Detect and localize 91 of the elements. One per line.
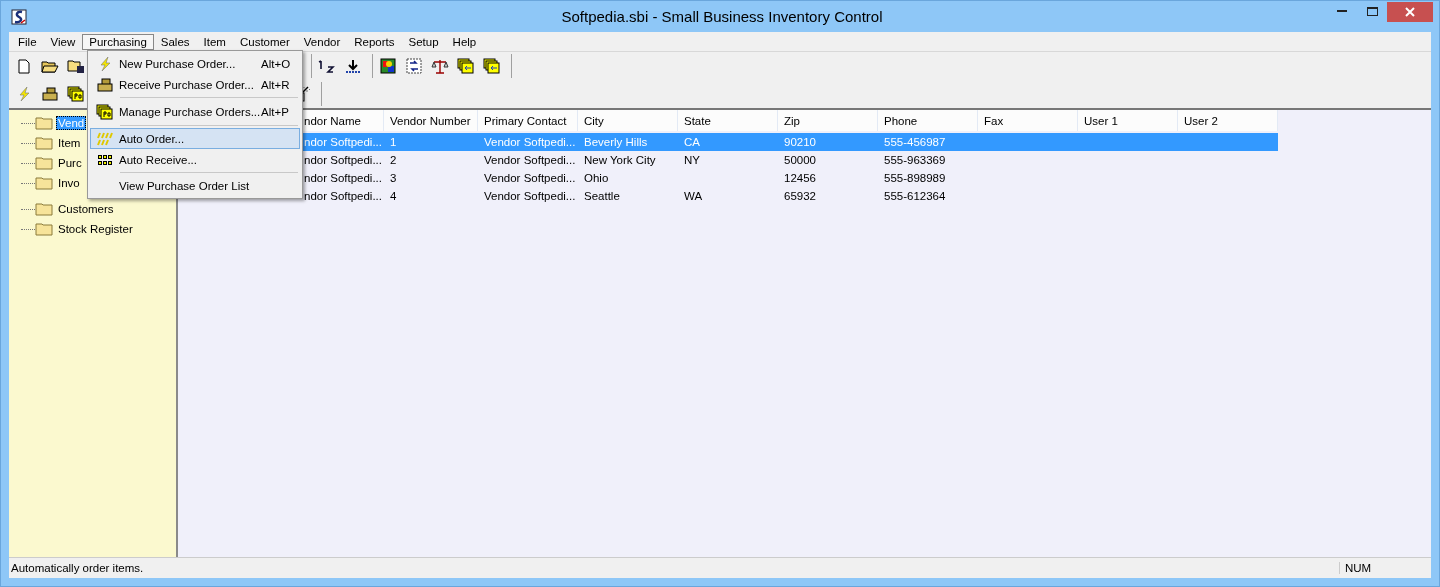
menu-item[interactable]: Setup <box>401 33 446 50</box>
tree-item[interactable]: Customers <box>56 202 116 216</box>
column-header[interactable]: Phone <box>878 110 978 131</box>
table-cell-text: CA <box>683 135 701 150</box>
close-button[interactable] <box>1387 1 1433 22</box>
toolbar-button[interactable] <box>455 55 477 77</box>
table-cell-text: WA <box>683 189 704 204</box>
table-cell-text: Vendor Softpedi... <box>483 135 577 150</box>
folder-icon <box>35 202 53 216</box>
document-icon <box>18 58 30 74</box>
table-cell-text: Beverly Hills <box>583 135 649 150</box>
table-cell-text: 555-898989 <box>883 171 947 186</box>
table-cell-text: Vendor Softpedi... <box>483 153 577 168</box>
menu-item[interactable]: Purchasing <box>82 33 154 50</box>
menu-item[interactable]: File <box>11 33 44 50</box>
folders-back-icon <box>483 58 501 74</box>
table-cell-text: NY <box>683 153 701 168</box>
numbering-icon <box>318 59 336 73</box>
table-cell-text: 50000 <box>783 153 817 168</box>
folder-icon <box>35 176 53 190</box>
maximize-icon <box>1366 7 1378 16</box>
swap-icon <box>406 58 422 74</box>
folders-icon <box>67 86 85 102</box>
column-header[interactable]: Primary Contact <box>478 110 578 131</box>
column-header[interactable]: City <box>578 110 678 131</box>
table-cell-text: Vendor Softpedi... <box>483 189 577 204</box>
menu-item[interactable]: Vendor <box>296 33 348 50</box>
toolbar-button[interactable] <box>377 55 399 77</box>
scale-icon <box>431 58 449 74</box>
table-cell-text: 3 <box>389 171 398 186</box>
table-cell-text: New York City <box>583 153 657 168</box>
table-cell-text: 4 <box>389 189 398 204</box>
color-chart-icon <box>380 58 396 74</box>
menu-option[interactable]: New Purchase Order... Alt+O <box>90 53 300 74</box>
window-title: Softpedia.sbi - Small Business Inventory Control <box>560 8 884 25</box>
close-icon <box>1405 6 1415 17</box>
table-cell-text: 2 <box>389 153 398 168</box>
table-cell-text: ndor Softpedi... <box>303 189 383 204</box>
column-header[interactable]: User 2 <box>1178 110 1278 131</box>
minimize-icon <box>1337 10 1347 13</box>
folder-icon <box>35 136 53 150</box>
column-header[interactable]: Fax <box>978 110 1078 131</box>
table-cell-text: Ohio <box>583 171 610 186</box>
menu-option[interactable]: View Purchase Order List <box>90 175 300 196</box>
toolbar-button[interactable] <box>481 55 503 77</box>
folder-icon <box>35 156 53 170</box>
menu-option[interactable]: Receive Purchase Order... Alt+R <box>90 74 300 95</box>
tree-item[interactable]: Purc <box>56 156 84 170</box>
folder-icon <box>35 222 53 236</box>
menu-option[interactable]: Auto Receive... <box>90 149 300 170</box>
table-cell-text: Vendor Softpedi... <box>483 171 577 186</box>
grid-icon <box>97 153 113 166</box>
column-header[interactable]: State <box>678 110 778 131</box>
menu-item[interactable]: Reports <box>347 33 402 50</box>
open-folder-icon <box>41 59 59 73</box>
lightning-icon <box>99 55 111 72</box>
boxes-icon <box>42 87 58 101</box>
menu-item[interactable]: Customer <box>232 33 297 50</box>
table-cell-text: ndor Softpedi... <box>303 171 383 186</box>
boxes-icon <box>97 77 113 92</box>
table-cell-text: 555-612364 <box>883 189 947 204</box>
table-cell-text: ndor Softpedi... <box>303 153 383 168</box>
table-cell-text: 555-456987 <box>883 135 947 150</box>
table-cell-text: 1 <box>389 135 398 150</box>
table-cell-text: 90210 <box>783 135 817 150</box>
download-icon <box>345 58 361 74</box>
toolbar-button[interactable] <box>65 83 87 105</box>
status-indicator: NUM <box>1339 562 1431 574</box>
folder-disk-icon <box>67 59 85 73</box>
column-header[interactable]: User 1 <box>1078 110 1178 131</box>
folder-icon <box>35 116 53 130</box>
table-cell-text: Seattle <box>583 189 621 204</box>
lightning-icon <box>18 86 30 102</box>
column-header[interactable]: Zip <box>778 110 878 131</box>
menu-item[interactable]: Sales <box>153 33 197 50</box>
menu-item[interactable]: Help <box>445 33 484 50</box>
status-message: Automatically order items. <box>10 562 145 574</box>
app-logo-icon <box>11 8 27 25</box>
column-header[interactable]: Vendor Number <box>384 110 478 131</box>
table-cell-text: 65932 <box>783 189 817 204</box>
lightning-pattern-icon <box>97 131 113 146</box>
tree-item[interactable]: Invo <box>56 176 82 190</box>
menu-option[interactable]: Auto Order... <box>90 128 300 149</box>
table-cell-text: 12456 <box>783 171 817 186</box>
tree-item[interactable]: Stock Register <box>56 222 135 236</box>
table-cell-text: ndor Softpedi... <box>303 135 383 150</box>
menu-item[interactable]: Item <box>196 33 233 50</box>
folders-icon <box>96 103 114 120</box>
table-cell-text: 555-963369 <box>883 153 947 168</box>
menu-item[interactable]: View <box>43 33 83 50</box>
tree-item[interactable]: Item <box>56 136 83 150</box>
